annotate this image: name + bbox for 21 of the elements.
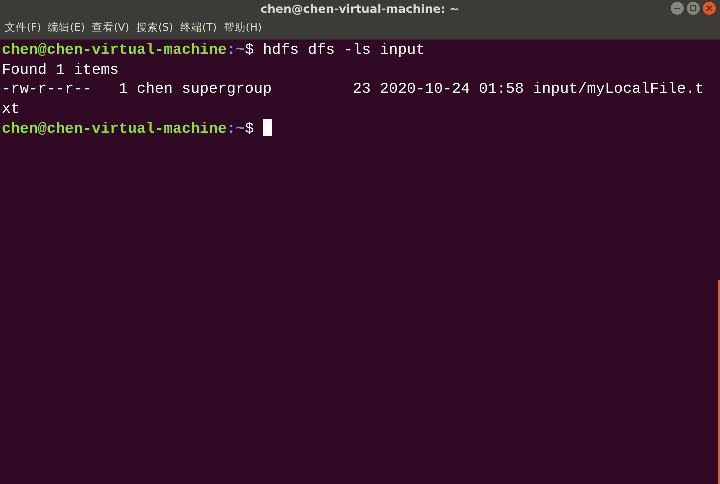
prompt-path: :~ bbox=[227, 121, 246, 138]
menu-item[interactable]: 编辑(E) bbox=[48, 21, 86, 37]
menu-item[interactable]: 帮助(H) bbox=[224, 21, 262, 37]
maximize-icon[interactable] bbox=[687, 2, 700, 15]
prompt-symbol: $ bbox=[245, 121, 254, 138]
prompt-path: :~ bbox=[227, 42, 246, 59]
menu-item[interactable]: 终端(T) bbox=[180, 21, 217, 37]
prompt-user-host: chen@chen-virtual-machine bbox=[2, 42, 228, 59]
output-line: -rw-r--r-- 1 chen supergroup 23 2020-10-24 01:58 input/myLocalFile.t bbox=[2, 81, 704, 98]
scrollbar-indicator[interactable] bbox=[718, 280, 720, 484]
output-line: Found 1 items bbox=[2, 62, 120, 79]
command-text: hdfs dfs -ls input bbox=[263, 42, 426, 59]
window-title: chen@chen-virtual-machine: ~ bbox=[260, 0, 460, 18]
prompt-symbol: $ bbox=[245, 42, 254, 59]
output-line: xt bbox=[2, 100, 20, 118]
prompt-user-host: chen@chen-virtual-machine bbox=[2, 121, 228, 138]
menu-item[interactable]: 查看(V) bbox=[92, 21, 130, 37]
minimize-icon[interactable] bbox=[671, 2, 684, 15]
close-icon[interactable] bbox=[703, 2, 716, 15]
menu-item[interactable]: 搜索(S) bbox=[136, 21, 174, 37]
menu-item[interactable]: 文件(F) bbox=[5, 21, 42, 37]
